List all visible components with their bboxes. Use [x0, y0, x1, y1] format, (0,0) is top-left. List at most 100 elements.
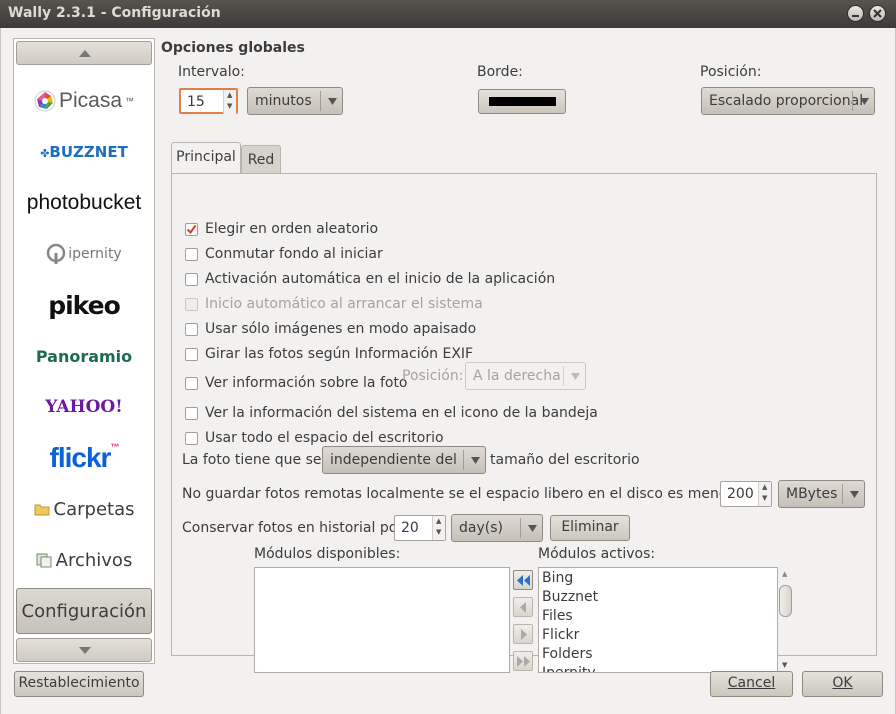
minimize-icon — [852, 15, 859, 17]
sidebar-item-archivos[interactable]: Archivos — [14, 535, 154, 585]
trademark-mark: ™ — [110, 442, 119, 452]
size-row-suffix: tamaño del escritorio — [490, 452, 640, 468]
active-module-item[interactable]: Bing — [542, 570, 573, 586]
arrow-right-icon — [521, 629, 527, 640]
option-checkbox[interactable] — [185, 407, 198, 420]
disk-unit-combo[interactable]: MBytes — [778, 480, 865, 508]
sidebar-item-picasa[interactable]: Picasa ™ — [14, 76, 154, 126]
scroll-down-icon[interactable]: ▼ — [782, 661, 787, 669]
option-checkbox[interactable] — [185, 348, 198, 361]
sidebar-item-configuracion[interactable]: Configuración — [16, 588, 152, 634]
spin-up-icon[interactable]: ▲ — [227, 91, 232, 99]
arrow-down-icon — [79, 647, 91, 654]
sidebar-item-flickr[interactable]: flickr™ — [14, 433, 154, 483]
reset-button[interactable]: Restablecimiento — [14, 671, 144, 697]
active-modules-list[interactable]: Bing Buzznet Files Flickr Folders Ipernity — [538, 567, 778, 673]
photo-info-position-combo[interactable]: A la derecha — [465, 362, 586, 390]
tab-red[interactable]: Red — [241, 145, 281, 173]
border-color-swatch — [489, 97, 556, 106]
sidebar-item-ipernity[interactable]: ipernity — [14, 229, 154, 279]
option-label: Conmutar fondo al iniciar — [205, 246, 383, 262]
sidebar-scroll-up-button[interactable] — [16, 41, 152, 65]
active-module-item[interactable]: Folders — [542, 646, 593, 662]
option-label: Inicio automático al arrancar el sistema — [205, 296, 483, 312]
option-checkbox[interactable] — [185, 298, 198, 311]
folder-icon — [34, 504, 50, 515]
sidebar-item-yahoo[interactable]: YAHOO! — [14, 382, 154, 432]
option-checkbox[interactable] — [185, 432, 198, 445]
available-modules-list[interactable] — [254, 567, 510, 673]
sidebar-item-photobucket[interactable]: photobucket — [14, 178, 154, 228]
sidebar-item-buzznet[interactable]: ✤BUZZNET — [14, 127, 154, 177]
remove-module-button[interactable] — [513, 624, 533, 644]
scrollbar-thumb[interactable] — [779, 585, 792, 617]
option-checkbox[interactable] — [185, 223, 198, 236]
ok-button[interactable]: OK — [802, 671, 883, 697]
border-label: Borde: — [477, 64, 523, 80]
option-label: Elegir en orden aleatorio — [205, 221, 379, 237]
sidebar-item-label: Panoramio — [35, 346, 133, 366]
ipernity-logo-icon — [47, 243, 66, 264]
active-module-item[interactable]: Flickr — [542, 627, 579, 643]
active-module-item[interactable]: Ipernity — [542, 665, 596, 672]
sidebar-item-label: ipernity — [68, 246, 122, 262]
size-combo[interactable]: independiente del — [322, 446, 486, 474]
minimize-button[interactable] — [847, 5, 864, 22]
scroll-up-icon[interactable]: ▲ — [782, 570, 787, 578]
interval-unit-combo[interactable]: minutos — [247, 87, 343, 115]
sidebar-item-label: pikeo — [48, 290, 121, 320]
double-arrow-left-icon — [517, 575, 530, 586]
delete-history-button[interactable]: Eliminar — [550, 515, 630, 541]
spin-down-icon[interactable]: ▼ — [436, 528, 441, 536]
active-module-item[interactable]: Buzznet — [542, 589, 598, 605]
disk-space-spinner[interactable]: 200 ▲ ▼ — [720, 481, 772, 507]
spin-down-icon[interactable]: ▼ — [227, 102, 232, 110]
source-sidebar: Picasa ™ ✤BUZZNET photobucket ipernity pi… — [13, 38, 155, 664]
picasa-logo-icon — [34, 90, 56, 112]
files-icon — [36, 553, 52, 567]
close-icon — [873, 9, 882, 18]
global-options-heading: Opciones globales — [161, 40, 305, 56]
sidebar-item-panoramio[interactable]: Panoramio — [14, 331, 154, 381]
arrow-left-icon — [520, 602, 526, 613]
spin-up-icon[interactable]: ▲ — [436, 517, 441, 525]
active-module-item[interactable]: Files — [542, 608, 573, 624]
option-label: Ver información sobre la foto — [205, 375, 408, 391]
sidebar-scroll-down-button[interactable] — [16, 638, 152, 662]
dialog-body: Picasa ™ ✤BUZZNET photobucket ipernity pi… — [0, 28, 896, 714]
border-color-button[interactable] — [478, 89, 566, 114]
history-spinner[interactable]: 20 ▲ ▼ — [394, 515, 446, 541]
size-row-prefix: La foto tiene que ser — [182, 452, 328, 468]
tab-principal[interactable]: Principal — [171, 142, 241, 173]
add-all-modules-button[interactable] — [513, 570, 533, 590]
cancel-button[interactable]: Cancel — [710, 671, 793, 697]
arrow-up-icon — [79, 50, 91, 57]
spin-up-icon[interactable]: ▲ — [762, 483, 767, 491]
disk-space-label: No guardar fotos remotas localmente se e… — [182, 486, 756, 502]
double-arrow-right-icon — [517, 656, 530, 667]
chevron-down-icon — [471, 457, 480, 464]
sidebar-item-carpetas[interactable]: Carpetas — [14, 484, 154, 534]
interval-spinner[interactable]: 15 ▲ ▼ — [179, 88, 238, 114]
sidebar-item-pikeo[interactable]: pikeo — [14, 280, 154, 330]
spin-down-icon[interactable]: ▼ — [762, 494, 767, 502]
remove-all-modules-button[interactable] — [513, 651, 533, 671]
disk-unit-value: MBytes — [786, 486, 838, 502]
history-unit-combo[interactable]: day(s) — [451, 514, 543, 542]
option-checkbox[interactable] — [185, 248, 198, 261]
disk-space-value: 200 — [727, 486, 754, 502]
photo-info-position-value: A la derecha — [473, 368, 561, 384]
option-checkbox[interactable] — [185, 377, 198, 390]
option-checkbox[interactable] — [185, 323, 198, 336]
checkmark-icon — [186, 224, 197, 235]
active-modules-scrollbar[interactable]: ▲ ▼ — [779, 570, 793, 670]
add-module-button[interactable] — [513, 597, 533, 617]
option-label: Girar las fotos según Información EXIF — [205, 346, 474, 362]
photo-info-position-label: Posición: — [402, 368, 464, 384]
position-combo[interactable]: Escalado proporcional — [701, 87, 875, 115]
close-button[interactable] — [869, 5, 886, 22]
trademark-mark: ™ — [125, 96, 135, 106]
principal-panel: Elegir en orden aleatorio Conmutar fondo … — [171, 173, 877, 673]
option-checkbox[interactable] — [185, 273, 198, 286]
option-label: Ver la información del sistema en el ico… — [205, 405, 598, 421]
